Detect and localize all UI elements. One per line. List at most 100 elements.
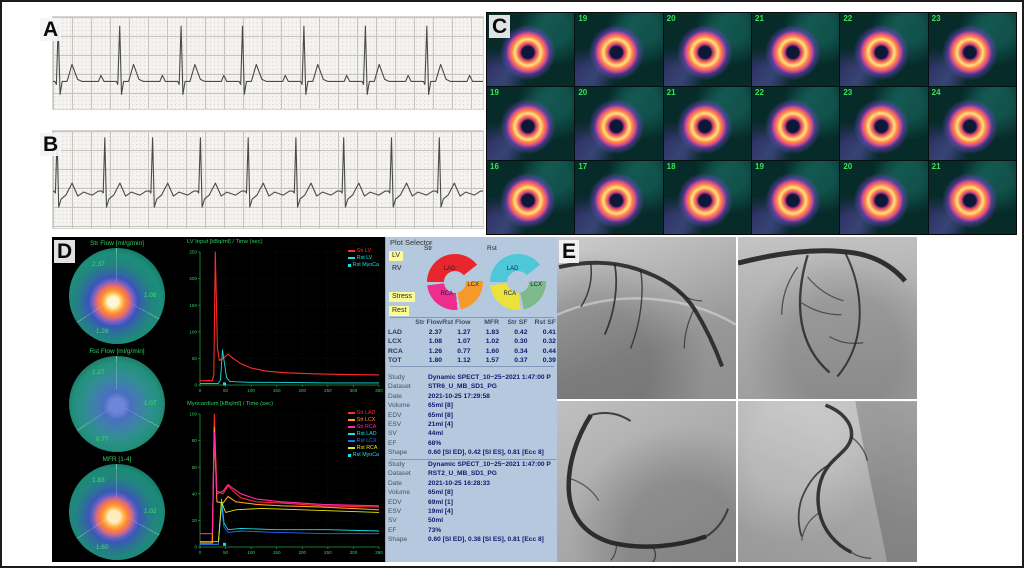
svg-text:200: 200 [189,276,197,281]
angiogram-frame [738,401,917,563]
str-donut-label: Str [424,245,432,252]
svg-text:0: 0 [199,388,202,393]
svg-text:100: 100 [247,388,255,393]
spect-frame: 22 [752,87,839,160]
svg-text:150: 150 [189,303,197,308]
spect-frame: 19 [752,161,839,234]
myocardium-chart-title: Myocardium [kBq/ml] / Time (sec) [183,400,385,408]
stress-territory-donut[interactable]: LAD LCX RCA [427,254,483,310]
study-row: ESV19ml [4] [388,507,558,516]
spect-frame: 21 [664,87,751,160]
study-row: EDV65ml [8] [388,411,558,420]
polar-map-bullseye: 1.83 1.02 1.60 [69,464,165,560]
polar-value-lcx: 1.08 [144,292,157,299]
figure-canvas: A B C 1920212223192021222324161718192021… [0,0,1024,568]
frame-number: 20 [667,14,676,23]
study-row: Date2021-10-25 16:28:33 [388,479,558,488]
lv-input-chart-legend: Str LVRst LVRst MyoCa [348,248,379,268]
polar-value-lcx: 1.07 [144,400,157,407]
svg-text:50: 50 [223,388,229,393]
flow-table-row: RCA1.260.771.600.340.44 [388,347,556,357]
polar-value-rca: 0.77 [96,436,109,443]
donut-segment-rca[interactable]: RCA [503,291,516,297]
myocardium-chart: Myocardium [kBq/ml] / Time (sec) 0204060… [183,400,385,560]
plot-selector-panel: Plot Selector LV RV Stress Rest Str Rst … [385,237,558,562]
polar-value-lad: 1.83 [92,477,105,484]
legend-entry: Rst LCX [348,438,379,444]
svg-text:50: 50 [192,356,198,361]
svg-text:100: 100 [189,412,197,417]
spect-frame: 22 [840,13,927,86]
study-row: EF68% [388,439,558,448]
svg-text:80: 80 [192,438,198,443]
legend-entry: Str RCA [348,424,379,430]
svg-text:0: 0 [194,545,197,550]
spect-frame: 23 [929,13,1016,86]
svg-text:150: 150 [273,388,281,393]
polar-value-lad: 1.27 [92,369,105,376]
svg-text:50: 50 [223,550,229,555]
frame-number: 22 [843,14,852,23]
spect-frame: 20 [575,87,662,160]
ecg-strip-a [52,16,484,110]
svg-text:300: 300 [350,550,358,555]
study-info-rest: StudyDynamic SPECT_10~25~2021 1:47:00 PD… [388,460,558,545]
donut-segment-lcx[interactable]: LCX [467,282,479,288]
study-row: Shape0.60 [SI ED], 0.38 [SI ES], 0.81 [E… [388,535,558,544]
ecg-a-waveform [53,17,483,109]
polar-value-rca: 1.60 [96,544,109,551]
svg-text:40: 40 [192,491,198,496]
spect-frame: 18 [664,161,751,234]
polar-map-title: MFR [1-4] [52,455,182,464]
panel-d-label: D [54,240,75,263]
frame-number: 21 [932,162,941,171]
donut-segment-lad[interactable]: LAD [507,266,519,272]
dynamic-spect-panel: Str Flow [ml/g/min] 2.37 1.08 1.26 Rst F… [52,237,385,562]
spect-grid: 1920212223192021222324161718192021 [486,12,1017,235]
angiogram-frame [738,237,917,399]
study-row: EDV69ml [1] [388,498,558,507]
polar-map-rst-flow: Rst Flow [ml/g/min] 1.27 1.07 0.77 [52,347,182,455]
coronary-vessels [738,401,917,563]
spect-frame: 24 [929,87,1016,160]
frame-number: 20 [578,88,587,97]
study-row: DatasetSTR6_U_MB_SD1_PG [388,382,558,391]
svg-text:20: 20 [192,518,198,523]
spect-frame: 20 [840,161,927,234]
polar-value-rca: 1.26 [96,328,109,335]
legend-entry: Rst RCA [348,445,379,451]
donut-segment-lad[interactable]: LAD [444,266,456,272]
svg-text:0: 0 [199,550,202,555]
svg-text:100: 100 [247,550,255,555]
rest-territory-donut[interactable]: LAD LCX RCA [490,254,546,310]
legend-entry: Rst LV [348,255,379,261]
frame-number: 16 [490,162,499,171]
svg-text:200: 200 [298,388,306,393]
rest-button[interactable]: Rest [389,306,409,316]
legend-entry: Str LV [348,248,379,254]
study-row: ESV21ml [4] [388,420,558,429]
svg-text:250: 250 [324,550,332,555]
legend-entry: Rst MyoCa [348,452,379,458]
spect-frame: 21 [752,13,839,86]
panel-e-label: E [559,240,579,263]
donut-segment-rca[interactable]: RCA [440,291,453,297]
stress-button[interactable]: Stress [389,292,415,302]
frame-number: 22 [755,88,764,97]
frame-number: 21 [667,88,676,97]
panel-b-label: B [40,133,61,156]
rv-button[interactable]: RV [389,264,405,274]
svg-text:300: 300 [350,388,358,393]
donut-segment-lcx[interactable]: LCX [530,282,542,288]
legend-entry: Str LAD [348,410,379,416]
study-row: StudyDynamic SPECT_10~25~2021 1:47:00 P [388,373,558,382]
legend-entry: Str LCX [348,417,379,423]
svg-text:150: 150 [273,550,281,555]
myocardium-chart-legend: Str LADStr LCXStr RCARst LADRst LCXRst R… [348,410,379,458]
lv-button[interactable]: LV [389,251,403,261]
study-row: Shape0.60 [SI ED], 0.42 [SI ES], 0.81 [E… [388,448,558,457]
spect-frame: 16 [487,161,574,234]
frame-number: 23 [932,14,941,23]
study-row: EF73% [388,526,558,535]
flow-table: Str FlowRst FlowMFRStr SFRst SFLAD2.371.… [388,317,556,367]
